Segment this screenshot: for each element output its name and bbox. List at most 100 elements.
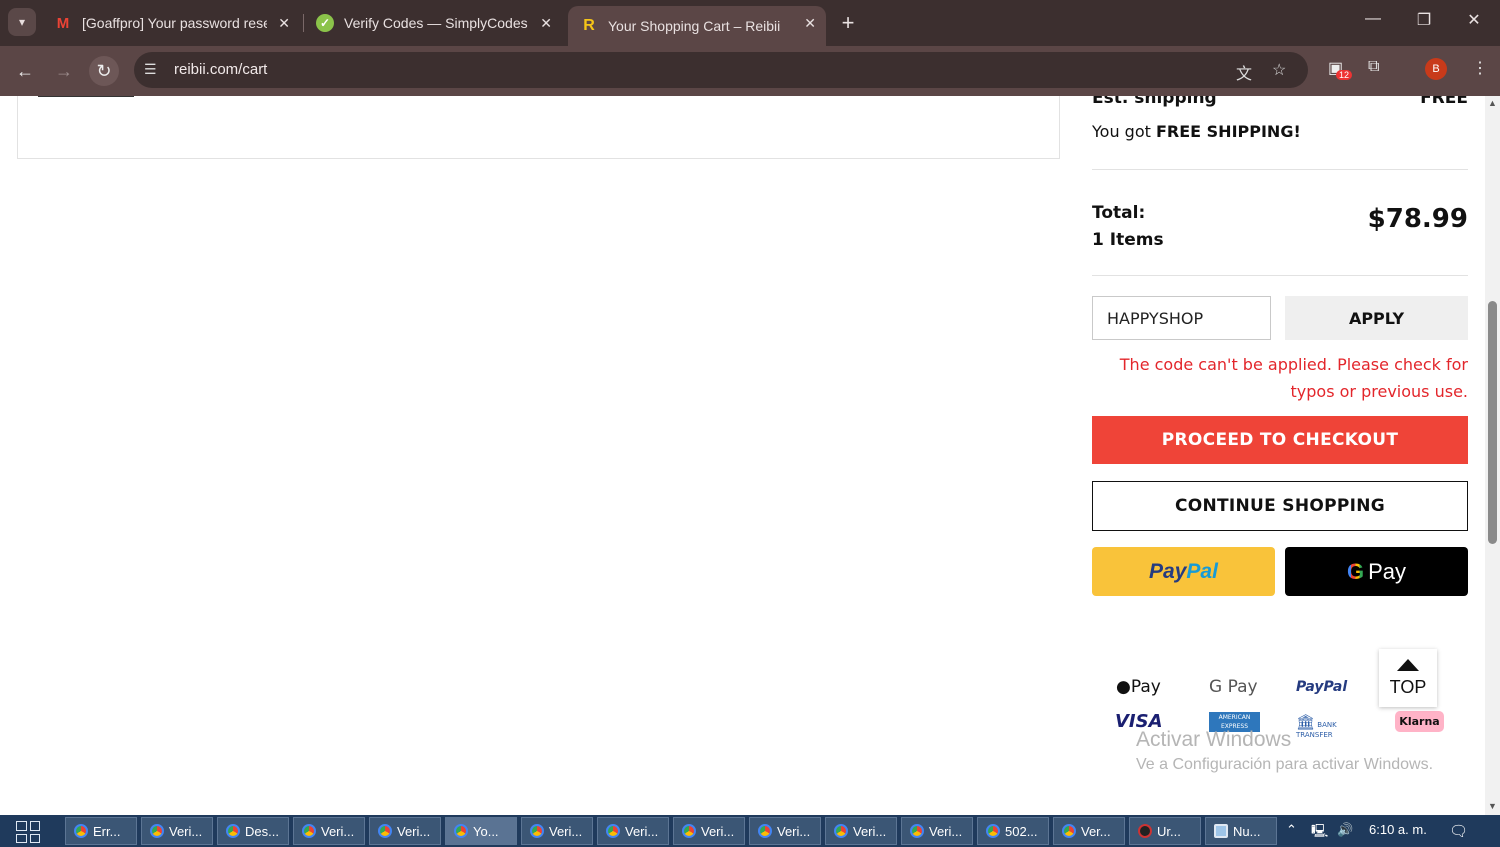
- free-shipping-bold: FREE SHIPPING!: [1155, 122, 1301, 141]
- top-label: TOP: [1389, 676, 1427, 697]
- taskbar-item[interactable]: Veri...: [597, 817, 669, 845]
- paypal-logo-pal: Pal: [1186, 559, 1218, 583]
- close-tab-icon[interactable]: ✕: [540, 15, 552, 32]
- address-bar[interactable]: ☰ reibii.com/cart 文 ☆: [134, 52, 1308, 88]
- free-shipping-message: You got FREE SHIPPING!: [1092, 122, 1468, 141]
- windows-activation-subtitle: Ve a Configuración para activar Windows.: [1136, 756, 1434, 773]
- google-pay-logo: G Pay: [1209, 677, 1258, 697]
- bookmark-star-icon[interactable]: ☆: [1272, 60, 1286, 80]
- taskbar-item[interactable]: Veri...: [521, 817, 593, 845]
- klarna-logo: Klarna: [1395, 711, 1444, 732]
- bank-icon: 🏛: [1296, 713, 1316, 731]
- chrome-icon: [910, 824, 924, 838]
- tray-chevron-icon[interactable]: ⌃: [1286, 822, 1297, 838]
- volume-icon[interactable]: 🔊: [1337, 822, 1353, 838]
- free-shipping-prefix: You got: [1092, 122, 1156, 141]
- close-window-icon[interactable]: ✕: [1459, 10, 1489, 30]
- taskbar-item-label: Ur...: [1157, 823, 1181, 839]
- cart-page: Est. shipping FREE You got FREE SHIPPING…: [0, 96, 1485, 815]
- taskbar-item-label: Veri...: [397, 823, 431, 839]
- taskbar-item[interactable]: Veri...: [141, 817, 213, 845]
- start-button[interactable]: [16, 821, 40, 843]
- scroll-thumb[interactable]: [1488, 301, 1497, 544]
- tab-simplycodes[interactable]: ✓ Verify Codes — SimplyCodes ✕: [304, 6, 562, 40]
- taskbar-item[interactable]: Veri...: [673, 817, 745, 845]
- translate-icon[interactable]: 文: [1236, 60, 1252, 84]
- back-to-top-button[interactable]: TOP: [1379, 649, 1437, 707]
- taskbar-item-label: Veri...: [929, 823, 963, 839]
- taskbar-item[interactable]: Err...: [65, 817, 137, 845]
- taskbar-item-label: Veri...: [169, 823, 203, 839]
- profile-avatar[interactable]: B: [1425, 58, 1447, 80]
- proceed-to-checkout-button[interactable]: PROCEED TO CHECKOUT: [1092, 416, 1468, 464]
- paypal-logo: PayPal: [1296, 679, 1348, 695]
- taskbar-item[interactable]: Veri...: [901, 817, 973, 845]
- taskbar-item-label: Veri...: [625, 823, 659, 839]
- taskbar-item[interactable]: 502...: [977, 817, 1049, 845]
- coupon-error-message: The code can't be applied. Please check …: [1119, 355, 1468, 401]
- url-text: reibii.com/cart: [174, 61, 268, 78]
- product-image[interactable]: [38, 96, 134, 97]
- menu-kebab-icon[interactable]: ⋮: [1472, 58, 1488, 78]
- close-tab-icon[interactable]: ✕: [804, 15, 816, 32]
- tab-goaffpro[interactable]: M [Goaffpro] Your password reset ✕: [42, 6, 300, 40]
- taskbar-item[interactable]: Veri...: [749, 817, 821, 845]
- page-scrollbar[interactable]: ▲ ▼: [1485, 96, 1500, 815]
- site-settings-icon[interactable]: ☰: [144, 61, 157, 78]
- minimize-icon[interactable]: —: [1358, 10, 1388, 28]
- chrome-icon: [454, 824, 468, 838]
- tab-reibii-cart[interactable]: R Your Shopping Cart – Reibii ✕: [568, 6, 826, 46]
- shipping-value: FREE: [1420, 96, 1468, 108]
- divider: [1092, 275, 1468, 276]
- new-tab-button[interactable]: +: [838, 10, 858, 36]
- shipping-label: Est. shipping: [1092, 96, 1217, 108]
- taskbar-item[interactable]: Veri...: [825, 817, 897, 845]
- chrome-icon: [758, 824, 772, 838]
- apple-icon: ●: [1116, 677, 1131, 697]
- reload-button[interactable]: ↻: [89, 56, 119, 86]
- taskbar-item-label: Veri...: [853, 823, 887, 839]
- taskbar-item-label: Veri...: [321, 823, 355, 839]
- scroll-down-icon[interactable]: ▼: [1488, 801, 1497, 811]
- back-button[interactable]: ←: [10, 56, 40, 86]
- notifications-icon[interactable]: 🗨: [1449, 822, 1468, 840]
- paypal-button[interactable]: Pay Pal: [1092, 547, 1275, 596]
- chrome-icon: [378, 824, 392, 838]
- chrome-icon: [606, 824, 620, 838]
- apply-button[interactable]: APPLY: [1285, 296, 1468, 340]
- taskbar-item[interactable]: Des...: [217, 817, 289, 845]
- google-g-icon: G: [1346, 558, 1365, 584]
- google-pay-button[interactable]: G Pay: [1285, 547, 1468, 596]
- discount-code-input[interactable]: HAPPYSHOP: [1092, 296, 1271, 340]
- total-row: Total: 1 Items $78.99: [1092, 200, 1468, 254]
- scroll-up-icon[interactable]: ▲: [1488, 98, 1497, 108]
- tab-strip: ▾ M [Goaffpro] Your password reset ✕ ✓ V…: [0, 0, 1500, 46]
- network-icon[interactable]: 🖳: [1311, 822, 1328, 844]
- clock[interactable]: 6:10 a. m.: [1369, 822, 1427, 837]
- close-tab-icon[interactable]: ✕: [278, 15, 290, 32]
- tab-title: [Goaffpro] Your password reset: [82, 15, 267, 31]
- taskbar-item[interactable]: Nu...: [1205, 817, 1277, 845]
- taskbar-item-active[interactable]: Yo...: [445, 817, 517, 845]
- chrome-icon: [226, 824, 240, 838]
- continue-shopping-button[interactable]: CONTINUE SHOPPING: [1092, 481, 1468, 531]
- extensions-puzzle-icon[interactable]: ⧉: [1368, 58, 1379, 76]
- notepad-icon: [1214, 824, 1228, 838]
- taskbar-item[interactable]: Veri...: [293, 817, 365, 845]
- taskbar-item[interactable]: Veri...: [369, 817, 441, 845]
- taskbar-item-label: Yo...: [473, 823, 499, 839]
- taskbar-item-label: Ver...: [1081, 823, 1111, 839]
- restore-icon[interactable]: ❐: [1409, 10, 1439, 30]
- taskbar-item[interactable]: Ver...: [1053, 817, 1125, 845]
- taskbar-item[interactable]: Ur...: [1129, 817, 1201, 845]
- tab-search-button[interactable]: ▾: [8, 8, 36, 36]
- cart-item-box: [17, 96, 1060, 159]
- reibii-icon: R: [583, 17, 595, 34]
- bank-transfer-logo: 🏛 BANK TRANSFER: [1296, 713, 1358, 739]
- chrome-icon: [530, 824, 544, 838]
- chrome-icon: [74, 824, 88, 838]
- paypal-logo-pay: Pay: [1149, 559, 1187, 583]
- forward-button[interactable]: →: [49, 56, 79, 86]
- gmail-icon: M: [56, 14, 70, 32]
- windows-taskbar: Err... Veri... Des... Veri... Veri... Yo…: [0, 815, 1500, 847]
